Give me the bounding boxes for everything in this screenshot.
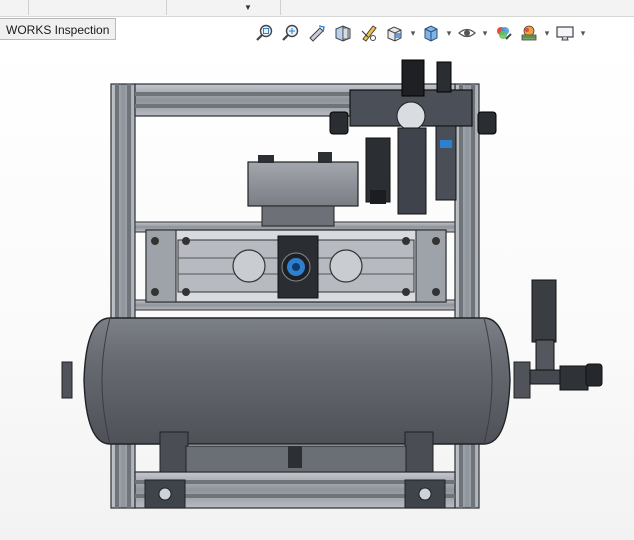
pressure-switch bbox=[529, 279, 603, 391]
pneumatic-cylinder bbox=[145, 229, 447, 303]
assembly-model[interactable] bbox=[0, 0, 634, 540]
motor-housing bbox=[247, 152, 359, 227]
